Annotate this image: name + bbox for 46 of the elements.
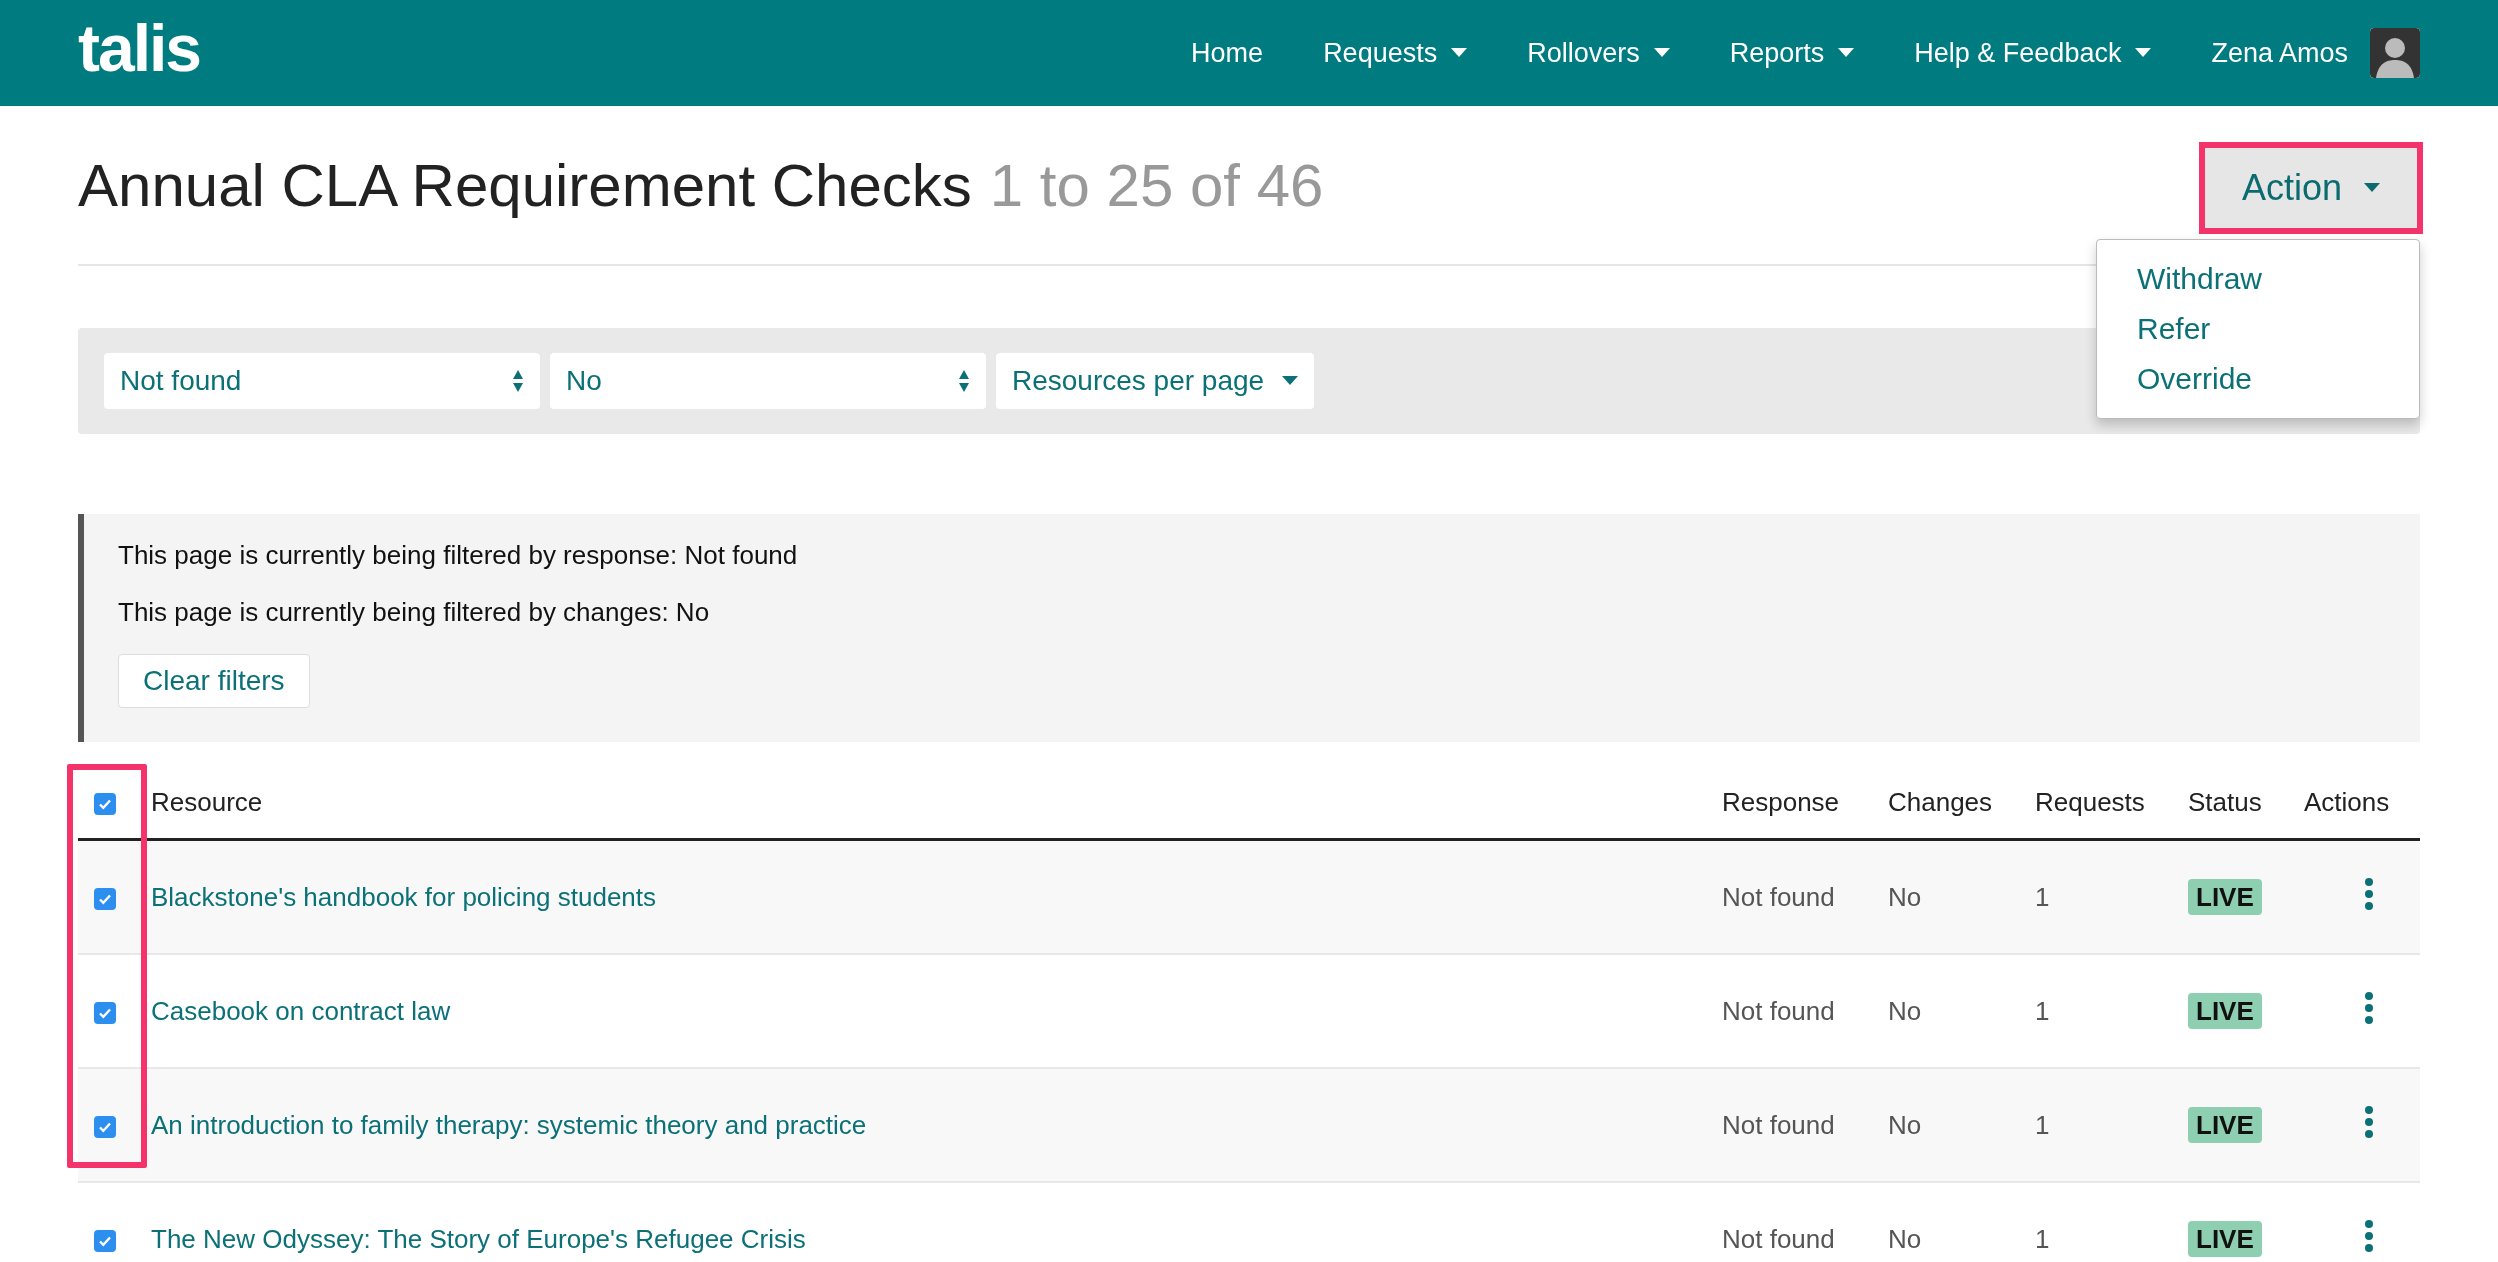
resource-link[interactable]: Casebook on contract law [151,995,451,1026]
checkbox[interactable] [94,792,116,815]
table-cell: Not found [1722,839,1888,954]
nav-link[interactable]: Rollovers [1527,37,1670,69]
status-badge: LIVE [2188,1220,2262,1257]
checkbox[interactable] [94,887,116,910]
page-title: Annual CLA Requirement Checks 1 to 25 of 46 [78,150,1324,220]
more-icon[interactable] [2364,1105,2374,1138]
avatar-icon[interactable] [2370,28,2420,78]
checkbox[interactable] [94,1229,116,1252]
logo[interactable]: talis [78,15,201,81]
notice-text: This page is currently being filtered by response: Not found [118,540,799,571]
table-cell: Not found [1722,1182,1888,1262]
nav-link[interactable]: Help & Feedback [1914,37,2152,69]
table-cell: No [1888,1068,2035,1182]
checkbox[interactable] [94,1001,116,1024]
status-badge: LIVE [2188,992,2262,1029]
sort-arrows-icon [958,369,970,393]
menu-item[interactable]: Override [2097,354,2419,404]
nav-link[interactable]: Reports [1729,37,1855,69]
resource-link[interactable]: The New Odyssey: The Story of Europe's Refugee Crisis [151,1223,806,1254]
response-select[interactable]: Not found [104,353,540,409]
action-button[interactable]: Action [2201,145,2420,231]
checkbox[interactable] [94,1115,116,1138]
more-icon[interactable] [2364,991,2374,1024]
user-menu[interactable]: Zena Amos [2211,37,2348,69]
nav-link[interactable]: Home [1191,37,1264,69]
nav-link[interactable]: Requests [1323,37,1468,69]
status-badge: LIVE [2188,1106,2262,1143]
more-icon[interactable] [2364,877,2374,910]
resource-link[interactable]: An introduction to family therapy: systemic theory and practice [151,1109,867,1140]
status-badge: LIVE [2188,878,2262,915]
menu-item[interactable]: Withdraw [2097,254,2419,304]
menu-item[interactable]: Refer [2097,304,2419,354]
changes-select[interactable]: No [550,353,986,409]
sort-arrows-icon [512,369,524,393]
notice-text: This page is currently being filtered by changes: No [118,597,711,628]
table-cell: No [1888,1182,2035,1262]
resource-link[interactable]: Blackstone's handbook for policing students [151,881,657,912]
caret-icon [1282,376,1299,386]
caret-icon [2364,183,2380,193]
clear-filters-button[interactable]: Clear filters [118,654,310,708]
table-cell: Not found [1722,1068,1888,1182]
per-page-button[interactable]: Resources per page [996,353,1315,409]
more-icon[interactable] [2364,1219,2374,1252]
table-cell: No [1888,839,2035,954]
